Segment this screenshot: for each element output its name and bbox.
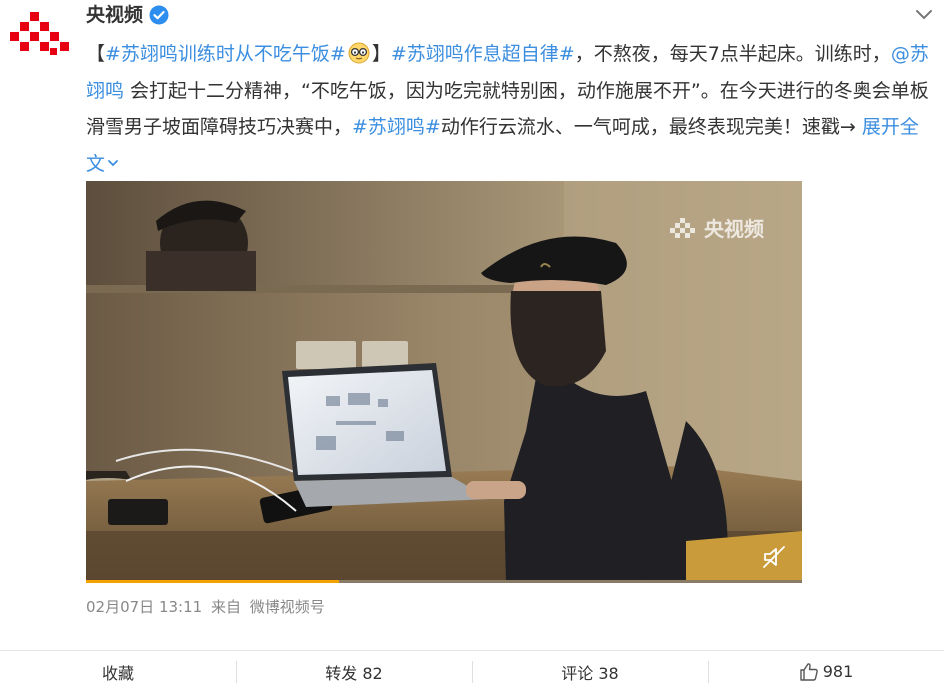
post-meta: 02月07日 13:11 来自 微博视频号 [86,596,329,617]
video-progress-fill [86,580,340,583]
hashtag-link[interactable]: #苏翊鸣训练时从不吃午饭# [105,43,346,65]
like-button[interactable]: 981 [708,651,944,692]
post-source[interactable]: 微博视频号 [250,598,325,616]
author-name[interactable]: 央视频 [86,1,143,29]
author-name-row[interactable]: 央视频 [86,1,169,29]
mute-icon[interactable] [762,545,788,569]
collect-button[interactable]: 收藏 [0,651,236,692]
post-text-segment: ，不熬夜，每天7点半起床。训练时， [574,43,891,65]
hashtag-link[interactable]: #苏翊鸣作息超自律# [391,43,575,65]
post-text-segment: 动作行云流水、一气呵成，最终表现完美！速戳→ [440,116,862,138]
comment-label[interactable]: 评论 38 [561,660,618,684]
comment-button[interactable]: 评论 38 [472,651,708,692]
repost-button[interactable]: 转发 82 [236,651,472,692]
like-count[interactable]: 981 [823,662,854,681]
chevron-down-icon[interactable] [914,4,934,24]
cctv-video-logo-icon [670,217,695,238]
watermark-text: 央视频 [704,217,764,241]
video-watermark: 央视频 [670,213,764,242]
post-timestamp[interactable]: 02月07日 13:11 [86,598,202,616]
chevron-down-icon [108,159,118,166]
repost-label[interactable]: 转发 82 [325,660,382,684]
collect-label[interactable]: 收藏 [102,660,134,684]
post-text-segment: 】 [371,43,391,65]
hashtag-link[interactable]: #苏翊鸣# [352,116,441,138]
thumbs-up-icon [800,662,818,681]
video-progress-bar[interactable] [86,580,802,583]
verified-badge-icon [149,5,169,25]
face-glasses-emoji-icon [348,42,370,64]
author-avatar[interactable] [8,12,70,56]
action-bar: 收藏 转发 82 评论 38 981 [0,650,944,692]
source-prefix: 来自 [210,598,241,616]
post-text-segment: 【 [86,43,106,65]
post-text: 【#苏翊鸣训练时从不吃午饭# 】#苏翊鸣作息超自律#，不熬夜，每天7点半起床。训… [86,36,932,182]
video-player[interactable]: 央视频 [86,181,802,583]
